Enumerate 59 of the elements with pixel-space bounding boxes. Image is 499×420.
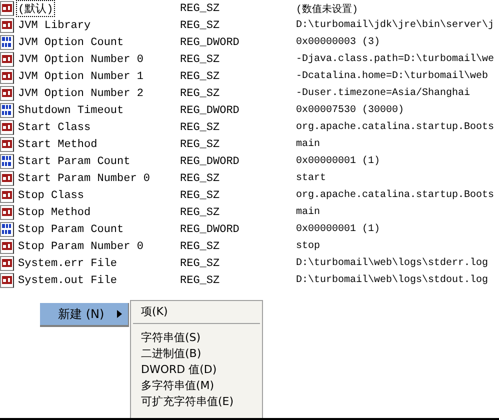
value-data: org.apache.catalina.startup.Boots	[296, 190, 496, 201]
value-type: REG_SZ	[180, 122, 221, 134]
value-data: org.apache.catalina.startup.Boots	[296, 122, 496, 133]
value-name[interactable]: JVM Option Number 2	[16, 86, 146, 100]
value-data: -Djava.class.path=D:\turbomail\we	[296, 54, 496, 65]
value-type: REG_DWORD	[180, 36, 240, 48]
value-type: REG_SZ	[180, 258, 221, 270]
value-name[interactable]: Stop Param Number 0	[16, 240, 146, 254]
value-name[interactable]: Start Class	[16, 120, 93, 134]
value-data: D:\turbomail\web\logs\stderr.log	[296, 258, 490, 269]
value-type: REG_SZ	[180, 206, 221, 218]
value-data: main	[296, 207, 322, 218]
value-type: REG_SZ	[180, 138, 221, 150]
value-data: D:\turbomail\jdk\jre\bin\server\j	[296, 20, 496, 31]
value-name[interactable]: System.out File	[16, 274, 120, 288]
value-data: start	[296, 173, 328, 184]
value-type: REG_SZ	[180, 240, 221, 252]
value-name[interactable]: Start Param Count	[16, 154, 132, 168]
menu-item[interactable]: 字符串值(S)	[131, 330, 262, 346]
menu-item[interactable]: DWORD 值(D)	[131, 362, 262, 378]
value-type: REG_SZ	[180, 20, 221, 32]
value-name[interactable]: Stop Param Count	[16, 222, 126, 236]
value-data: 0x00000003 (3)	[296, 37, 382, 48]
value-data: (数值未设置)	[296, 2, 360, 16]
menu-item[interactable]: 新建 (N)	[40, 303, 128, 325]
value-data: D:\turbomail\web\logs\stdout.log	[296, 275, 490, 286]
value-type: REG_SZ	[180, 54, 221, 66]
value-name[interactable]: JVM Option Count	[16, 36, 126, 50]
value-name[interactable]: Shutdown Timeout	[16, 104, 126, 118]
value-name[interactable]: Stop Method	[16, 206, 93, 220]
value-data: 0x00000001 (1)	[296, 156, 382, 167]
menu-item[interactable]: 二进制值(B)	[131, 346, 262, 362]
value-type: REG_SZ	[180, 2, 221, 14]
menu-item[interactable]: 可扩充字符串值(E)	[131, 394, 262, 410]
value-type: REG_SZ	[180, 88, 221, 100]
value-data: stop	[296, 241, 322, 252]
value-data: 0x00000001 (1)	[296, 224, 382, 235]
menu-item[interactable]: 多字符串值(M)	[131, 378, 262, 394]
value-name[interactable]: Start Param Number 0	[16, 172, 152, 186]
value-data: 0x00007530 (30000)	[296, 105, 406, 116]
value-type: REG_DWORD	[180, 104, 240, 116]
value-type: REG_DWORD	[180, 156, 240, 168]
value-data: -Duser.timezone=Asia/Shanghai	[296, 88, 472, 99]
value-name[interactable]: System.err File	[16, 256, 120, 270]
value-data: -Dcatalina.home=D:\turbomail\web	[296, 71, 490, 82]
value-data: main	[296, 139, 322, 150]
value-name[interactable]: Stop Class	[16, 188, 86, 202]
value-name[interactable]: Start Method	[16, 138, 100, 152]
value-type: REG_SZ	[180, 190, 221, 202]
value-name[interactable]: JVM Option Number 0	[16, 52, 146, 66]
value-type: REG_DWORD	[180, 224, 240, 236]
value-name[interactable]: JVM Option Number 1	[16, 70, 146, 84]
value-type: REG_SZ	[180, 70, 221, 82]
value-name[interactable]: (默认)	[16, 0, 56, 17]
menu-item[interactable]: 项(K)	[131, 304, 262, 320]
value-type: REG_SZ	[180, 172, 221, 184]
submenu-arrow-icon	[117, 310, 122, 318]
value-type: REG_SZ	[180, 274, 221, 286]
value-name[interactable]: JVM Library	[16, 18, 93, 32]
